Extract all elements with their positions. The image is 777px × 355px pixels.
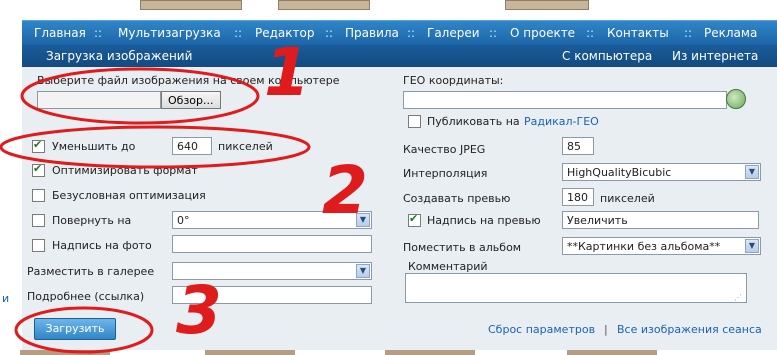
annotation-ellipse-resize (0, 125, 311, 169)
annotation-number-1: 1 (264, 34, 310, 111)
annotation-number-2: 2 (322, 152, 368, 229)
annotation-ellipse-file (20, 67, 260, 125)
annotation-number-3: 3 (176, 272, 222, 349)
annotation-overlay (0, 67, 311, 354)
annotation-ellipse-upload (14, 306, 154, 354)
